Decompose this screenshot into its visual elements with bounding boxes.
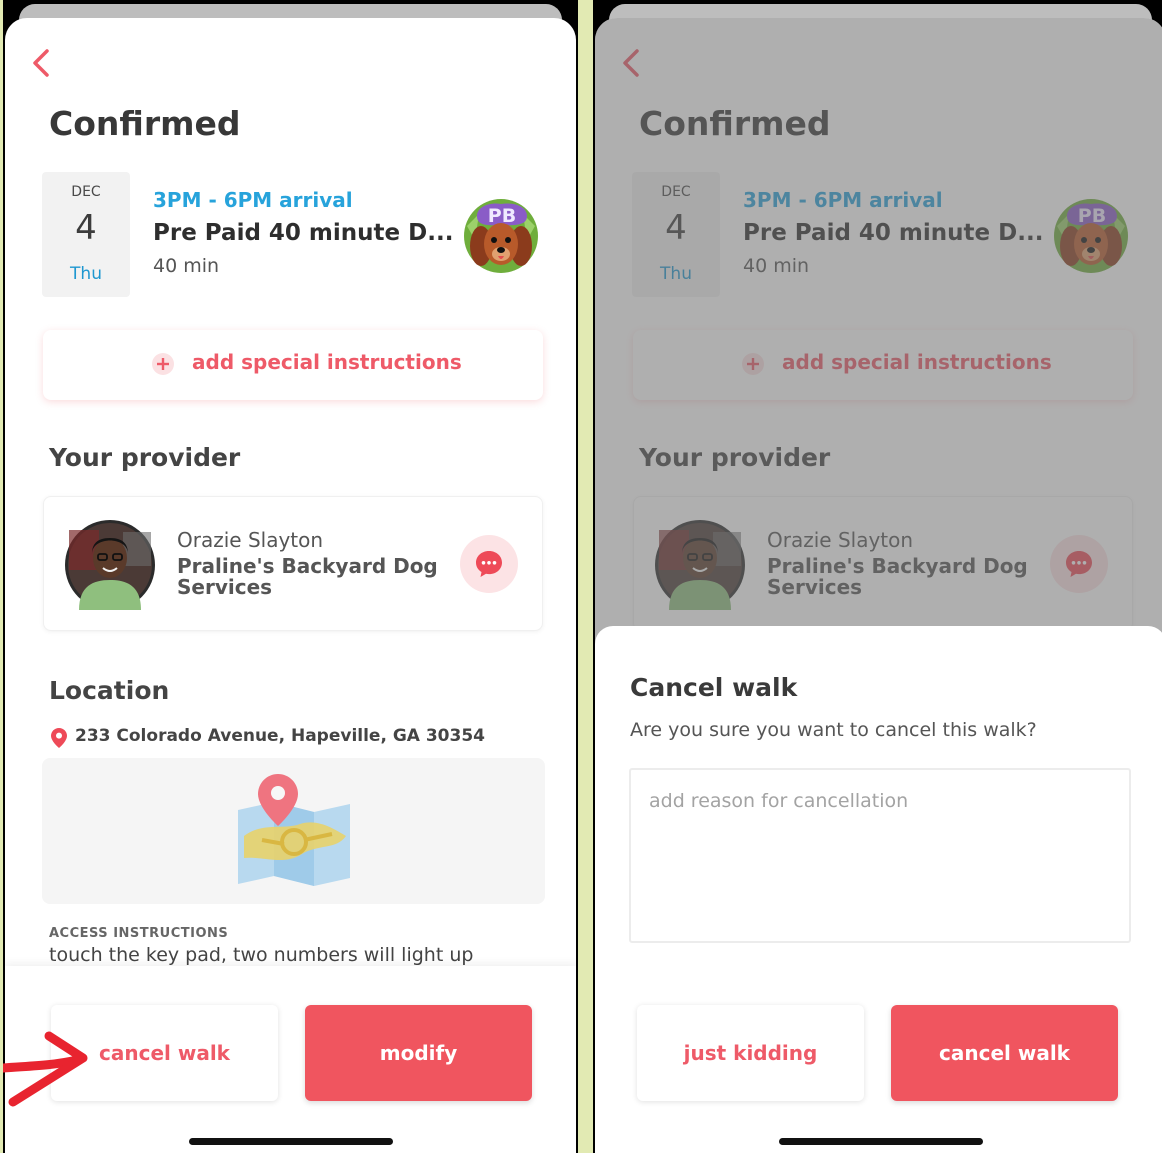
chevron-left-icon[interactable]: [31, 48, 51, 78]
page-title: Confirmed: [49, 104, 241, 143]
sheet-question: Are you sure you want to cancel this wal…: [630, 719, 1037, 741]
access-instructions-text: touch the key pad, two numbers will ligh…: [49, 944, 474, 966]
cancel-dialog-screen: Confirmed DEC 4 Thu 3PM - 6PM arrival Pr…: [595, 18, 1162, 1153]
plus-circle-icon: [152, 353, 174, 375]
pet-avatar: [461, 196, 541, 276]
chat-bubble-icon: [474, 549, 504, 579]
special-instructions-label[interactable]: add special instructions: [192, 350, 462, 374]
provider-name: Orazie Slayton: [177, 528, 324, 552]
arrival-window: 3PM - 6PM arrival: [153, 188, 353, 212]
home-indicator: [189, 1138, 393, 1145]
confirm-cancel-walk-button[interactable]: cancel walk: [891, 1005, 1118, 1101]
cancellation-reason-input[interactable]: [629, 768, 1131, 943]
service-name: Pre Paid 40 minute D...: [153, 220, 454, 246]
service-duration: 40 min: [153, 255, 220, 277]
modify-button[interactable]: modify: [305, 1005, 532, 1101]
provider-avatar: [65, 520, 155, 610]
map-illustration-icon: [232, 774, 356, 892]
access-instructions-label: ACCESS INSTRUCTIONS: [49, 926, 229, 941]
provider-section-title: Your provider: [49, 443, 241, 472]
date-weekday: Thu: [70, 264, 102, 284]
sheet-title: Cancel walk: [630, 673, 798, 702]
map-pin-icon: [51, 728, 67, 748]
location-section-title: Location: [49, 676, 170, 705]
phone-cancel-dialog: Confirmed DEC 4 Thu 3PM - 6PM arrival Pr…: [593, 0, 1162, 1153]
home-indicator: [779, 1138, 983, 1145]
just-kidding-button[interactable]: just kidding: [637, 1005, 864, 1101]
date-badge: DEC 4 Thu: [42, 172, 130, 297]
phone-booking-detail: Confirmed DEC 4 Thu 3PM - 6PM arrival Pr…: [3, 0, 578, 1153]
message-provider-button[interactable]: [460, 535, 518, 593]
booking-detail-screen: Confirmed DEC 4 Thu 3PM - 6PM arrival Pr…: [5, 18, 576, 1153]
provider-business: Praline's Backyard Dog Services: [177, 554, 438, 599]
map-preview[interactable]: [42, 758, 545, 904]
date-month: DEC: [71, 184, 101, 200]
red-arrow-icon: [3, 1031, 88, 1107]
address-text: 233 Colorado Avenue, Hapeville, GA 30354: [75, 726, 486, 746]
date-day: 4: [75, 208, 97, 248]
